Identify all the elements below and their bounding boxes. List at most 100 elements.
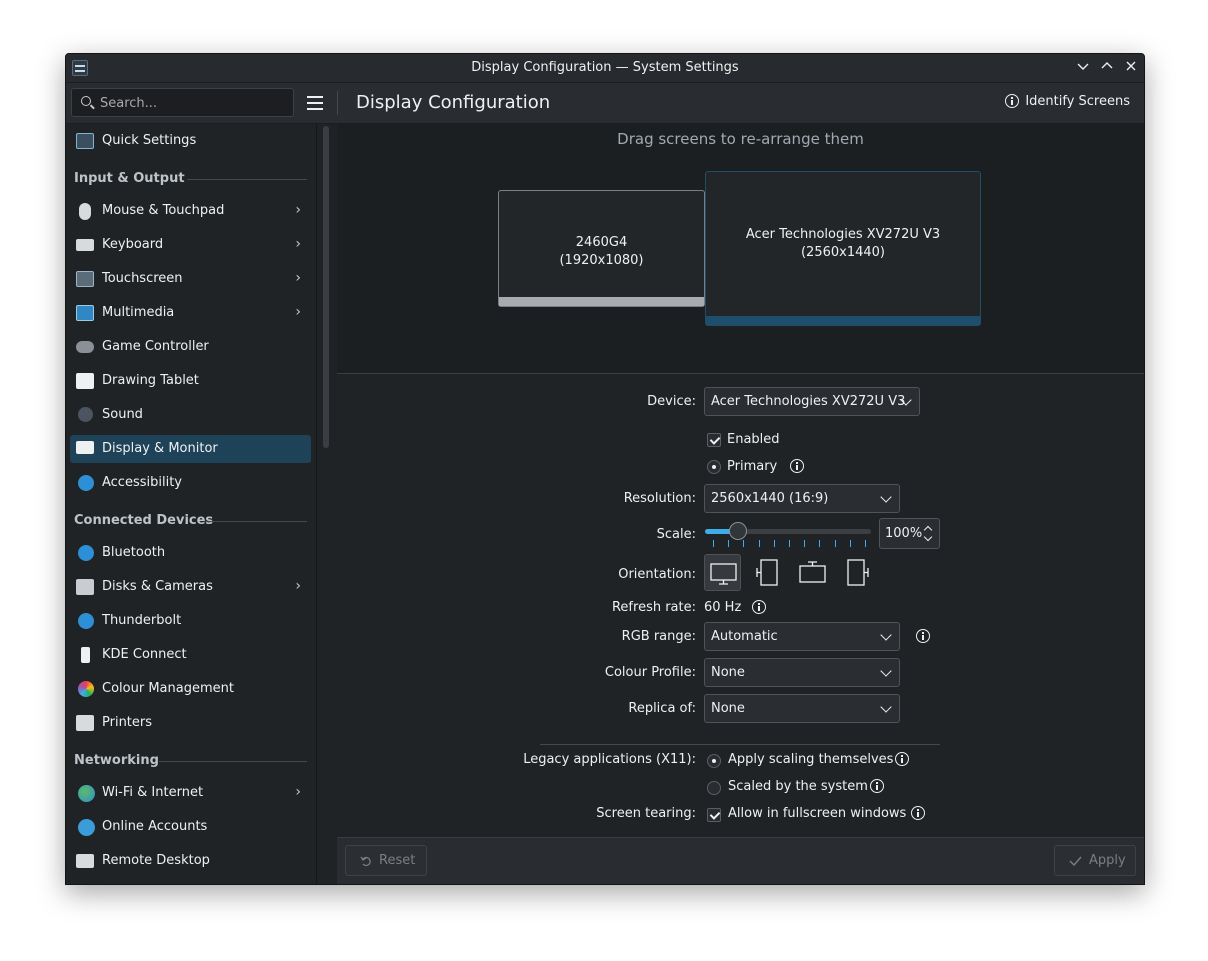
apply-button[interactable]: Apply <box>1054 845 1136 876</box>
sidebar-item-label: Disks & Cameras <box>102 579 213 594</box>
screen-arrangement-canvas[interactable]: Drag screens to re-arrange them 2460G4 (… <box>337 124 1144 374</box>
sidebar-item-printers[interactable]: Printers <box>70 709 311 737</box>
info-icon[interactable] <box>870 779 884 793</box>
apply-scaling-themselves-label: Apply scaling themselves <box>728 752 894 767</box>
scale-slider-handle[interactable] <box>729 522 747 540</box>
screen-resolution: (2560x1440) <box>800 245 885 260</box>
reset-label: Reset <box>379 853 416 868</box>
sidebar-item-display-monitor[interactable]: Display & Monitor <box>70 435 311 463</box>
colour-profile-combobox[interactable]: None <box>704 658 900 687</box>
sidebar-scrollbar[interactable] <box>323 126 329 448</box>
page-title: Display Configuration <box>356 92 551 113</box>
sidebar-item-mouse-touchpad[interactable]: Mouse & Touchpad › <box>70 197 311 225</box>
chevron-right-icon: › <box>295 236 301 252</box>
sidebar-item-online-accounts[interactable]: Online Accounts <box>70 813 311 841</box>
monitor-portrait-right-icon <box>847 559 869 586</box>
info-icon[interactable] <box>790 459 804 473</box>
info-icon[interactable] <box>752 600 766 614</box>
keyboard-icon <box>76 239 94 251</box>
sidebar-item-kde-connect[interactable]: KDE Connect <box>70 641 311 669</box>
sidebar-item-label: Accessibility <box>102 475 182 490</box>
bluetooth-icon <box>78 545 94 561</box>
slider-tick <box>865 540 866 547</box>
close-button[interactable] <box>1122 59 1140 77</box>
spin-down-icon[interactable] <box>923 532 933 542</box>
resolution-label: Resolution: <box>623 491 696 506</box>
slider-tick <box>743 540 744 547</box>
sidebar-item-bluetooth[interactable]: Bluetooth <box>70 539 311 567</box>
minimize-button[interactable] <box>1074 59 1092 77</box>
chevron-right-icon: › <box>295 784 301 800</box>
sidebar-item-quick-settings[interactable]: Quick Settings <box>70 127 311 155</box>
replica-of-combobox[interactable]: None <box>704 694 900 723</box>
sidebar-item-sound[interactable]: Sound <box>70 401 311 429</box>
rgb-range-combobox[interactable]: Automatic <box>704 622 900 651</box>
info-icon[interactable] <box>911 806 925 820</box>
sidebar-item-touchscreen[interactable]: Touchscreen › <box>70 265 311 293</box>
device-combobox[interactable]: Acer Technologies XV272U V3 <box>704 387 920 416</box>
sidebar-item-label: Printers <box>102 715 153 730</box>
colour-profile-value: None <box>711 665 745 680</box>
sidebar-item-remote-desktop[interactable]: Remote Desktop <box>70 847 311 875</box>
scaled-by-system-radio[interactable] <box>707 781 721 795</box>
toolbar-separator <box>337 91 338 115</box>
replica-of-value: None <box>711 701 745 716</box>
reset-button[interactable]: Reset <box>345 845 427 876</box>
slider-tick <box>713 540 714 547</box>
info-icon[interactable] <box>916 629 930 643</box>
screen-acer-xv272u[interactable]: Acer Technologies XV272U V3 (2560x1440) <box>705 171 981 326</box>
search-input[interactable] <box>98 89 292 118</box>
slider-tick <box>819 540 820 547</box>
sidebar-item-accessibility[interactable]: Accessibility <box>70 469 311 497</box>
close-icon <box>1126 61 1136 71</box>
thunderbolt-icon <box>78 613 94 629</box>
replica-of-label: Replica of: <box>628 701 696 716</box>
slider-tick <box>759 540 760 547</box>
sidebar-item-label: Drawing Tablet <box>102 373 199 388</box>
sidebar-item-label: Sound <box>102 407 143 422</box>
screen-2460g4[interactable]: 2460G4 (1920x1080) <box>498 190 705 307</box>
primary-label: Primary <box>727 459 778 474</box>
primary-radio[interactable] <box>707 460 721 474</box>
maximize-button[interactable] <box>1098 59 1116 77</box>
slider-tick <box>804 540 805 547</box>
sidebar-item-colour-management[interactable]: Colour Management <box>70 675 311 703</box>
sidebar-item-game-controller[interactable]: Game Controller <box>70 333 311 361</box>
apply-scaling-themselves-radio[interactable] <box>707 754 721 768</box>
orientation-portrait-left-button[interactable] <box>749 554 786 591</box>
sidebar-item-label: KDE Connect <box>102 647 187 662</box>
sidebar-item-multimedia[interactable]: Multimedia › <box>70 299 311 327</box>
orientation-portrait-right-button[interactable] <box>839 554 876 591</box>
identify-screens-button[interactable]: Identify Screens <box>1005 94 1130 109</box>
drawing-tablet-icon <box>76 373 94 389</box>
sidebar-item-wifi-internet[interactable]: Wi-Fi & Internet › <box>70 779 311 807</box>
sidebar-item-thunderbolt[interactable]: Thunderbolt <box>70 607 311 635</box>
monitor-icon <box>76 441 94 454</box>
sidebar-item-disks-cameras[interactable]: Disks & Cameras › <box>70 573 311 601</box>
scale-spinbox[interactable]: 100% <box>879 518 940 549</box>
info-icon[interactable] <box>895 752 909 766</box>
game-controller-icon <box>76 341 94 353</box>
search-box[interactable] <box>71 88 294 118</box>
sidebar-item-drawing-tablet[interactable]: Drawing Tablet <box>70 367 311 395</box>
scaled-by-system-label: Scaled by the system <box>728 779 868 794</box>
sidebar-item-label: Multimedia <box>102 305 175 320</box>
monitor-flipped-icon <box>799 561 826 583</box>
sidebar-item-label: Online Accounts <box>102 819 208 834</box>
slider-tick <box>728 540 729 547</box>
scale-slider[interactable] <box>705 522 871 540</box>
header-toolbar: Display Configuration Identify Screens <box>66 83 1144 124</box>
monitor-portrait-left-icon <box>756 559 778 586</box>
resolution-combobox[interactable]: 2560x1440 (16:9) <box>704 484 900 513</box>
screen-resolution: (1920x1080) <box>559 253 644 268</box>
orientation-landscape-button[interactable] <box>704 554 741 591</box>
allow-tearing-checkbox[interactable] <box>707 808 721 822</box>
legacy-apps-label: Legacy applications (X11): <box>523 752 696 767</box>
sidebar-item-keyboard[interactable]: Keyboard › <box>70 231 311 259</box>
sidebar-item-label: Bluetooth <box>102 545 166 560</box>
enabled-checkbox[interactable] <box>707 433 721 447</box>
orientation-flipped-button[interactable] <box>794 554 831 591</box>
sidebar-item-label: Thunderbolt <box>102 613 182 628</box>
scale-label: Scale: <box>656 527 696 542</box>
hamburger-menu-icon[interactable] <box>307 96 323 110</box>
